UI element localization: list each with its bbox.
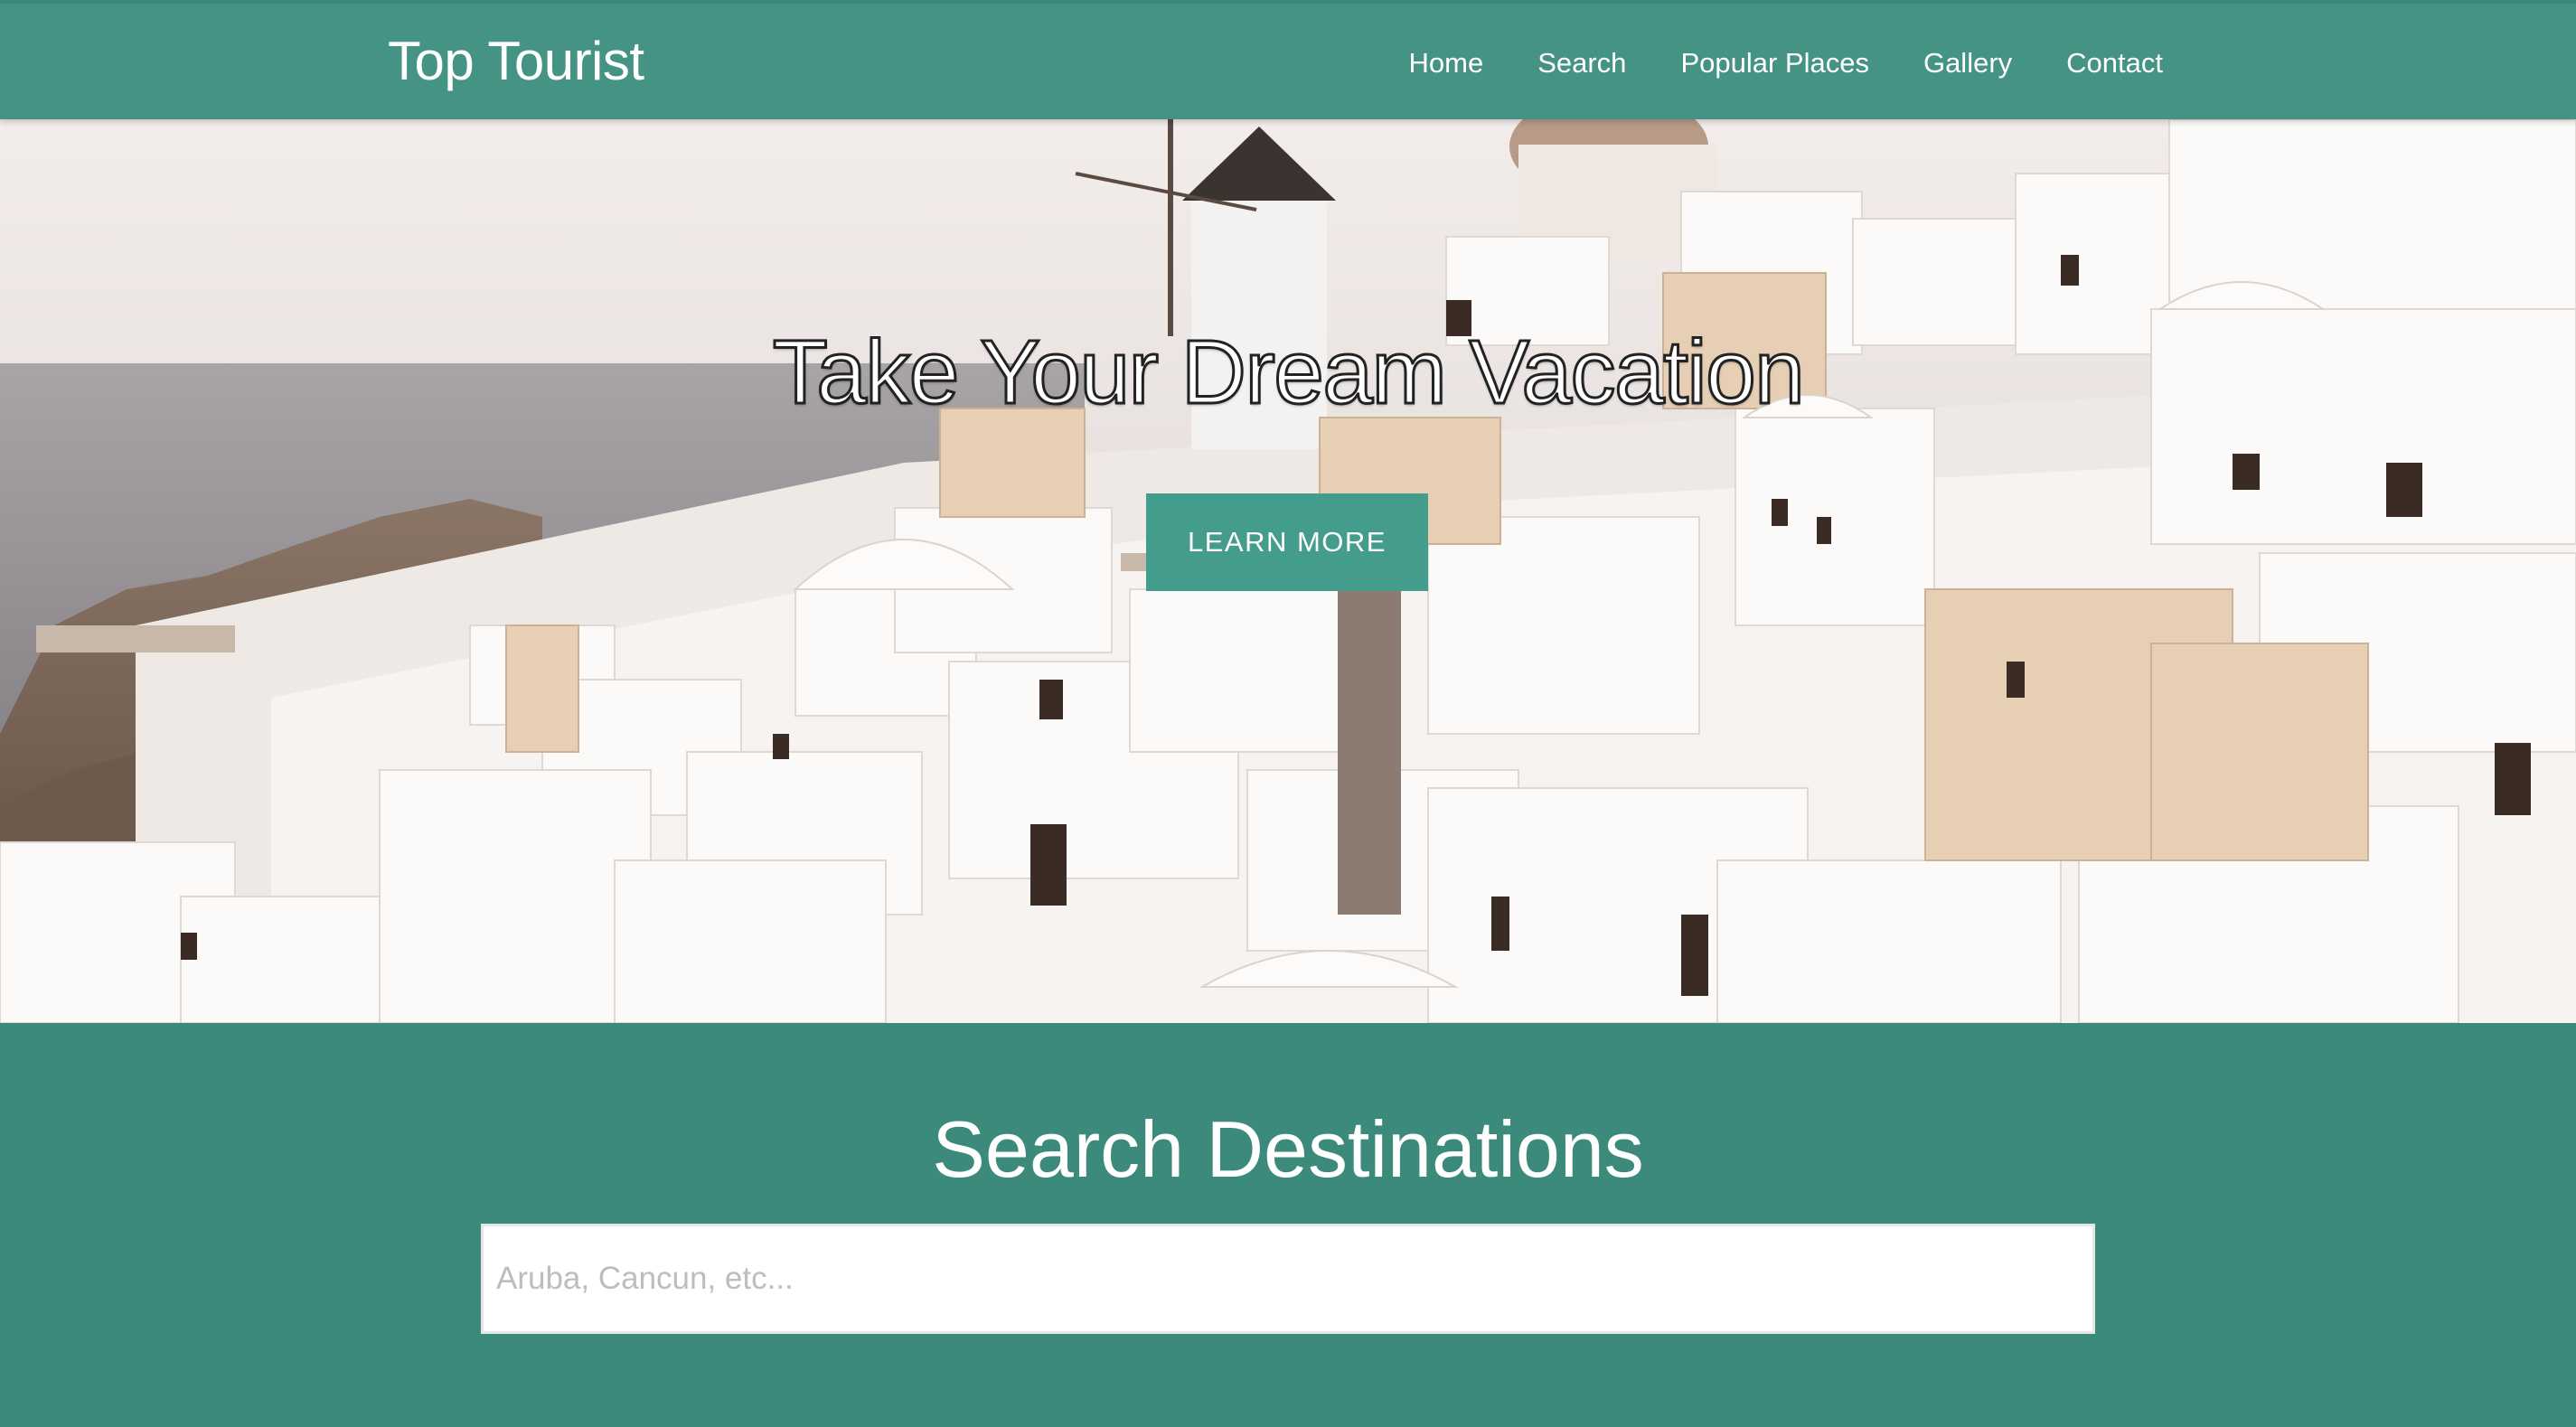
learn-more-button[interactable]: LEARN MORE [1146,493,1428,591]
search-section: Search Destinations [0,1023,2576,1427]
hero-banner: Take Your Dream Vacation LEARN MORE [0,119,2576,1023]
nav-link-gallery[interactable]: Gallery [1923,47,2012,80]
site-header: Top Tourist Home Search Popular Places G… [0,4,2576,119]
hero-title: Take Your Dream Vacation [771,322,1806,424]
search-section-title: Search Destinations [932,1104,1644,1194]
nav-link-search[interactable]: Search [1537,47,1626,80]
main-nav: Home Search Popular Places Gallery Conta… [1409,47,2164,80]
nav-link-popular-places[interactable]: Popular Places [1680,47,1869,80]
nav-link-contact[interactable]: Contact [2066,47,2163,80]
destination-search-input[interactable] [481,1224,2095,1334]
brand-logo[interactable]: Top Tourist [388,32,644,91]
nav-link-home[interactable]: Home [1409,47,1484,80]
